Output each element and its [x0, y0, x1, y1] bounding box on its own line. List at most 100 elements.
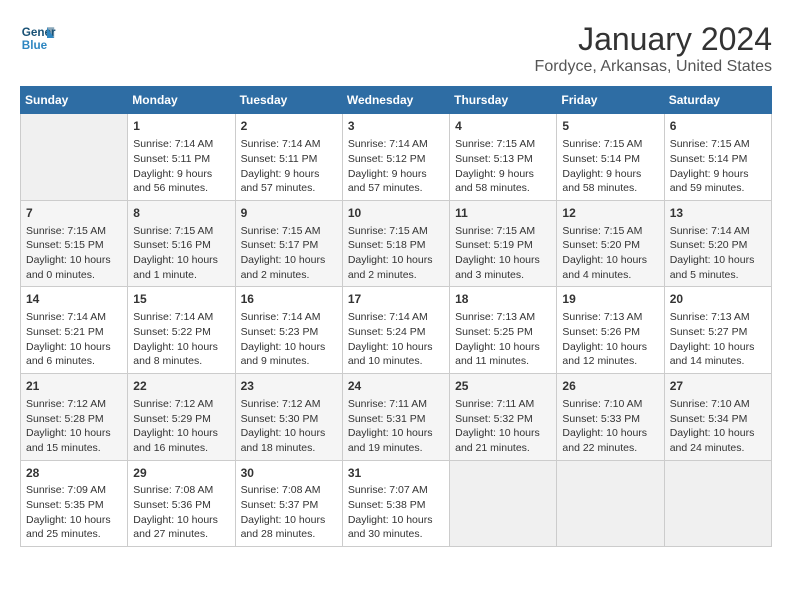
cell-text: Daylight: 10 hours: [562, 340, 658, 355]
day-number: 24: [348, 378, 444, 395]
cell-text: and 2 minutes.: [348, 268, 444, 283]
cell-text: Sunrise: 7:15 AM: [241, 224, 337, 239]
calendar-table: SundayMondayTuesdayWednesdayThursdayFrid…: [20, 86, 772, 547]
calendar-cell: 4Sunrise: 7:15 AMSunset: 5:13 PMDaylight…: [450, 114, 557, 201]
cell-text: and 56 minutes.: [133, 181, 229, 196]
calendar-cell: [664, 460, 771, 547]
calendar-cell: 17Sunrise: 7:14 AMSunset: 5:24 PMDayligh…: [342, 287, 449, 374]
cell-text: Sunrise: 7:15 AM: [455, 224, 551, 239]
cell-text: Sunrise: 7:15 AM: [562, 224, 658, 239]
cell-text: and 57 minutes.: [241, 181, 337, 196]
cell-text: Sunrise: 7:15 AM: [562, 137, 658, 152]
cell-text: Daylight: 10 hours: [241, 340, 337, 355]
cell-text: and 59 minutes.: [670, 181, 766, 196]
cell-text: Daylight: 10 hours: [133, 340, 229, 355]
day-number: 31: [348, 465, 444, 482]
cell-text: Sunset: 5:31 PM: [348, 412, 444, 427]
cell-text: Sunset: 5:15 PM: [26, 238, 122, 253]
cell-text: Sunrise: 7:13 AM: [670, 310, 766, 325]
cell-text: and 58 minutes.: [562, 181, 658, 196]
cell-text: Daylight: 10 hours: [26, 513, 122, 528]
day-number: 8: [133, 205, 229, 222]
calendar-cell: 15Sunrise: 7:14 AMSunset: 5:22 PMDayligh…: [128, 287, 235, 374]
calendar-subtitle: Fordyce, Arkansas, United States: [535, 58, 772, 76]
cell-text: Sunrise: 7:14 AM: [26, 310, 122, 325]
calendar-cell: 31Sunrise: 7:07 AMSunset: 5:38 PMDayligh…: [342, 460, 449, 547]
cell-text: Daylight: 9 hours: [348, 167, 444, 182]
page-header: General Blue January 2024 Fordyce, Arkan…: [20, 20, 772, 76]
calendar-cell: 6Sunrise: 7:15 AMSunset: 5:14 PMDaylight…: [664, 114, 771, 201]
cell-text: and 3 minutes.: [455, 268, 551, 283]
cell-text: Daylight: 10 hours: [348, 513, 444, 528]
cell-text: Sunrise: 7:14 AM: [241, 137, 337, 152]
cell-text: Sunrise: 7:08 AM: [241, 483, 337, 498]
header-day-thursday: Thursday: [450, 87, 557, 114]
cell-text: and 4 minutes.: [562, 268, 658, 283]
day-number: 22: [133, 378, 229, 395]
cell-text: Sunset: 5:13 PM: [455, 152, 551, 167]
cell-text: Sunrise: 7:10 AM: [562, 397, 658, 412]
cell-text: Daylight: 10 hours: [670, 340, 766, 355]
day-number: 29: [133, 465, 229, 482]
cell-text: Sunrise: 7:11 AM: [455, 397, 551, 412]
cell-text: Daylight: 10 hours: [133, 513, 229, 528]
cell-text: Sunset: 5:29 PM: [133, 412, 229, 427]
week-row-1: 1 Sunrise: 7:14 AMSunset: 5:11 PM Daylight…: [21, 114, 772, 201]
cell-text: Sunset: 5:24 PM: [348, 325, 444, 340]
cell-text: Sunrise: 7:14 AM: [133, 310, 229, 325]
day-number: 1: [133, 118, 229, 135]
cell-text: Sunrise: 7:12 AM: [241, 397, 337, 412]
calendar-cell: 1Sunrise: 7:14 AMSunset: 5:11 PMDaylight…: [128, 114, 235, 201]
header-day-wednesday: Wednesday: [342, 87, 449, 114]
cell-text: Sunset: 5:11 PM: [241, 152, 337, 167]
calendar-cell: [450, 460, 557, 547]
cell-text: Sunset: 5:28 PM: [26, 412, 122, 427]
cell-text: Sunrise: 7:13 AM: [455, 310, 551, 325]
calendar-cell: 20Sunrise: 7:13 AMSunset: 5:27 PMDayligh…: [664, 287, 771, 374]
cell-text: and 6 minutes.: [26, 354, 122, 369]
cell-text: and 21 minutes.: [455, 441, 551, 456]
cell-text: Sunrise: 7:15 AM: [26, 224, 122, 239]
cell-text: Sunrise: 7:14 AM: [348, 310, 444, 325]
cell-text: and 10 minutes.: [348, 354, 444, 369]
header-row: SundayMondayTuesdayWednesdayThursdayFrid…: [21, 87, 772, 114]
cell-text: and 25 minutes.: [26, 527, 122, 542]
calendar-cell: 10Sunrise: 7:15 AMSunset: 5:18 PMDayligh…: [342, 200, 449, 287]
day-number: 5: [562, 118, 658, 135]
cell-text: and 15 minutes.: [26, 441, 122, 456]
cell-text: Sunset: 5:20 PM: [670, 238, 766, 253]
cell-text: and 19 minutes.: [348, 441, 444, 456]
cell-text: Sunset: 5:37 PM: [241, 498, 337, 513]
day-number: 19: [562, 291, 658, 308]
cell-text: Sunrise: 7:14 AM: [670, 224, 766, 239]
cell-text: Sunset: 5:16 PM: [133, 238, 229, 253]
cell-text: Daylight: 10 hours: [241, 253, 337, 268]
cell-text: and 16 minutes.: [133, 441, 229, 456]
cell-text: and 57 minutes.: [348, 181, 444, 196]
calendar-cell: 3Sunrise: 7:14 AMSunset: 5:12 PMDaylight…: [342, 114, 449, 201]
day-number: 27: [670, 378, 766, 395]
header-day-friday: Friday: [557, 87, 664, 114]
cell-text: Sunset: 5:25 PM: [455, 325, 551, 340]
cell-text: Daylight: 10 hours: [670, 253, 766, 268]
cell-text: Daylight: 9 hours: [670, 167, 766, 182]
cell-text: Daylight: 9 hours: [455, 167, 551, 182]
cell-text: Sunset: 5:38 PM: [348, 498, 444, 513]
day-number: 14: [26, 291, 122, 308]
calendar-cell: 23Sunrise: 7:12 AMSunset: 5:30 PMDayligh…: [235, 374, 342, 461]
cell-text: Daylight: 10 hours: [670, 426, 766, 441]
week-row-5: 28Sunrise: 7:09 AMSunset: 5:35 PMDayligh…: [21, 460, 772, 547]
day-number: 23: [241, 378, 337, 395]
calendar-cell: 9Sunrise: 7:15 AMSunset: 5:17 PMDaylight…: [235, 200, 342, 287]
cell-text: and 22 minutes.: [562, 441, 658, 456]
calendar-cell: 29Sunrise: 7:08 AMSunset: 5:36 PMDayligh…: [128, 460, 235, 547]
cell-text: Sunset: 5:14 PM: [562, 152, 658, 167]
cell-text: and 5 minutes.: [670, 268, 766, 283]
cell-text: Sunset: 5:30 PM: [241, 412, 337, 427]
day-number: 9: [241, 205, 337, 222]
cell-text: Sunset: 5:20 PM: [562, 238, 658, 253]
day-number: 16: [241, 291, 337, 308]
cell-text: Sunset: 5:27 PM: [670, 325, 766, 340]
calendar-cell: 18Sunrise: 7:13 AMSunset: 5:25 PMDayligh…: [450, 287, 557, 374]
calendar-cell: 24Sunrise: 7:11 AMSunset: 5:31 PMDayligh…: [342, 374, 449, 461]
